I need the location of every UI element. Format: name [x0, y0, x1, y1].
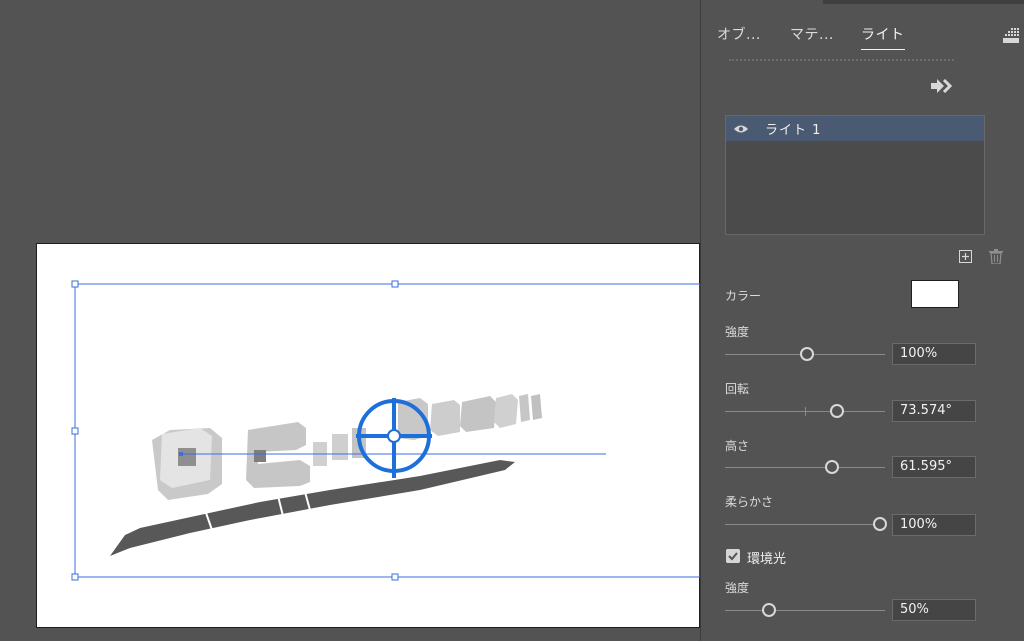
intensity-label: 強度 [725, 325, 750, 339]
rotation-slider-knob[interactable] [830, 404, 844, 418]
ambient-intensity-slider-knob[interactable] [762, 603, 776, 617]
softness-slider-knob[interactable] [873, 517, 887, 531]
intensity-field[interactable]: 100% [892, 343, 976, 365]
softness-label: 柔らかさ [725, 495, 774, 509]
light-anchor[interactable] [179, 452, 183, 456]
height-field[interactable]: 61.595° [892, 456, 976, 478]
handle-top-left [71, 280, 79, 288]
trash-icon[interactable] [989, 249, 1003, 264]
ambient-intensity-label: 強度 [725, 581, 750, 595]
handle-bottom-left [71, 573, 79, 581]
height-slider-knob[interactable] [825, 460, 839, 474]
tab-material[interactable]: マテ... [790, 24, 834, 44]
glyph-i2 [531, 394, 542, 420]
handle-top-center [391, 280, 399, 288]
handle-middle-left [71, 427, 79, 435]
softness-field[interactable]: 100% [892, 514, 976, 536]
light-name: ライト 1 [765, 123, 822, 138]
softness-slider-track[interactable] [725, 524, 885, 525]
artwork-scene[interactable] [0, 0, 700, 641]
ambient-light-label: 環境光 [747, 552, 787, 567]
glyph-w [460, 396, 496, 432]
eye-icon[interactable] [734, 124, 748, 134]
dotted-separator [729, 59, 954, 61]
light-list[interactable]: ライト 1 [725, 115, 985, 235]
3d-materials-panel: オブ... マテ... ライト ライト 1 カラー 強度 100% 回転 73.… [700, 0, 1024, 641]
selection-handles[interactable] [71, 280, 399, 581]
add-square-icon[interactable] [959, 250, 972, 263]
rotation-field[interactable]: 73.574° [892, 400, 976, 422]
rotation-center-tick [805, 407, 806, 416]
handle-bottom-center [391, 573, 399, 581]
intensity-slider-knob[interactable] [800, 347, 814, 361]
ambient-intensity-field[interactable]: 50% [892, 599, 976, 621]
glyph-a1 [430, 400, 460, 436]
glyph-ko-inner [254, 450, 266, 462]
extruded-text[interactable] [152, 394, 542, 500]
double-arrow-right-icon[interactable] [931, 79, 953, 93]
color-swatch[interactable] [911, 280, 959, 308]
ambient-intensity-slider-track[interactable] [725, 610, 885, 611]
height-slider-track[interactable] [725, 467, 885, 468]
panel-menu-icon[interactable] [1003, 28, 1021, 44]
tab-object[interactable]: オブ... [717, 24, 761, 44]
panel-top-bar [823, 0, 1024, 4]
glyph-ne-hole [178, 448, 196, 466]
canvas-area[interactable] [0, 0, 700, 641]
glyph-a2 [494, 394, 518, 428]
tab-light[interactable]: ライト [861, 24, 905, 50]
glyph-i1 [519, 394, 530, 422]
height-label: 高さ [725, 439, 750, 453]
color-label: カラー [725, 289, 762, 303]
glyph-small-2 [332, 434, 348, 460]
ambient-light-checkbox[interactable] [726, 549, 740, 563]
light-list-item[interactable]: ライト 1 [726, 116, 984, 141]
rotation-label: 回転 [725, 382, 750, 396]
